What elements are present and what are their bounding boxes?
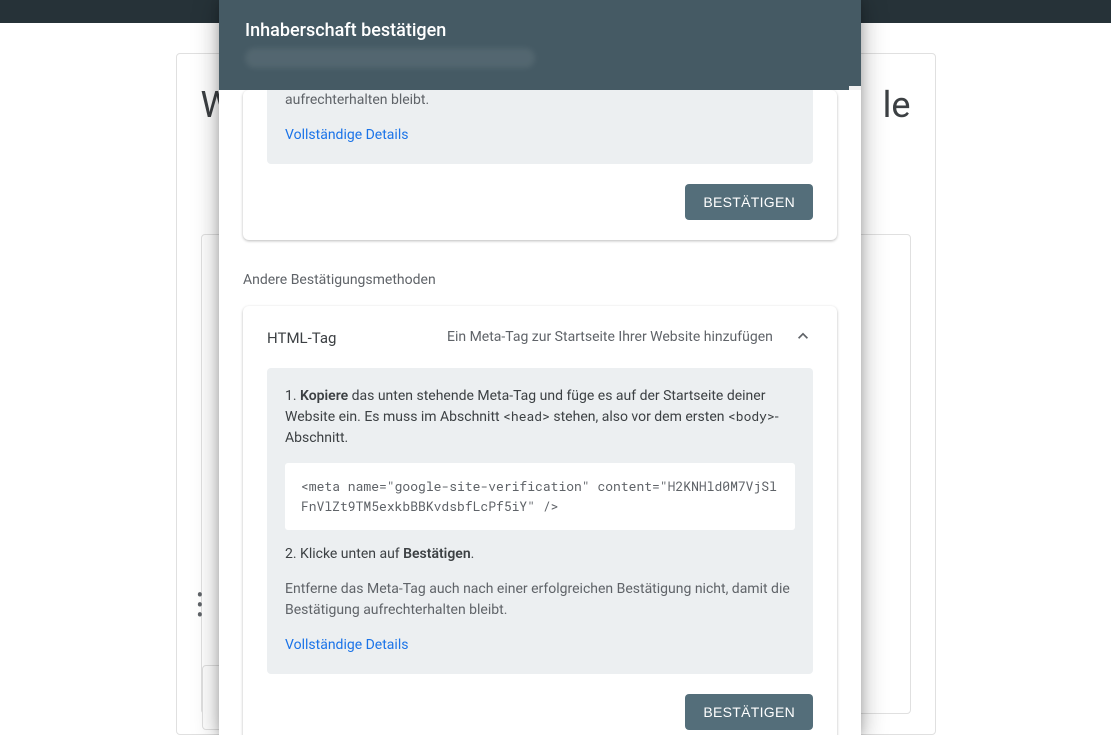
card2-instructions: 1. Kopiere das unten stehende Meta-Tag u… [267,368,813,674]
card2-note: Entferne das Meta-Tag auch nach einer er… [285,579,795,621]
step2-bold: Bestätigen [403,546,471,562]
step1-code-body: <body> [728,407,775,425]
step1-code-head: <head> [503,407,550,425]
card1-keep-text: aufrechterhalten bleibt. [285,90,795,111]
dialog-property-url-blurred [245,48,535,68]
bg-title-right: le [883,84,911,126]
verify-ownership-dialog: Inhaberschaft bestätigen ▲ aufrechterhal… [219,0,861,735]
verification-method-card-primary: aufrechterhalten bleibt. Vollständige De… [243,90,837,240]
dialog-header: Inhaberschaft bestätigen [219,0,861,90]
dialog-title: Inhaberschaft bestätigen [245,20,835,41]
card1-confirm-button[interactable]: BESTÄTIGEN [685,184,813,220]
step1-bold: Kopiere [300,388,348,404]
card2-step1: 1. Kopiere das unten stehende Meta-Tag u… [285,386,795,449]
step2-prefix: 2. Klicke unten auf [285,546,403,562]
chevron-up-icon [793,326,813,350]
card2-header[interactable]: HTML-Tag Ein Meta-Tag zur Startseite Ihr… [243,306,837,368]
card1-details-link[interactable]: Vollständige Details [285,125,408,146]
dialog-body[interactable]: aufrechterhalten bleibt. Vollständige De… [219,90,861,735]
verification-method-card-html-tag: HTML-Tag Ein Meta-Tag zur Startseite Ihr… [243,306,837,735]
card2-step2: 2. Klicke unten auf Bestätigen. [285,544,795,565]
other-methods-label: Andere Bestätigungsmethoden [243,272,837,288]
card2-title: HTML-Tag [267,329,447,347]
separator-dots: ••• [197,590,204,620]
card2-confirm-button[interactable]: BESTÄTIGEN [685,694,813,730]
step2-suffix: . [471,546,475,562]
meta-tag-code[interactable]: <meta name="google-site-verification" co… [285,463,795,530]
step1-text-b: stehen, also vor dem ersten [550,409,728,425]
card1-instructions: aufrechterhalten bleibt. Vollständige De… [267,90,813,164]
card2-details-link[interactable]: Vollständige Details [285,635,408,656]
step1-prefix: 1. [285,388,300,404]
card2-description: Ein Meta-Tag zur Startseite Ihrer Websit… [447,328,793,348]
